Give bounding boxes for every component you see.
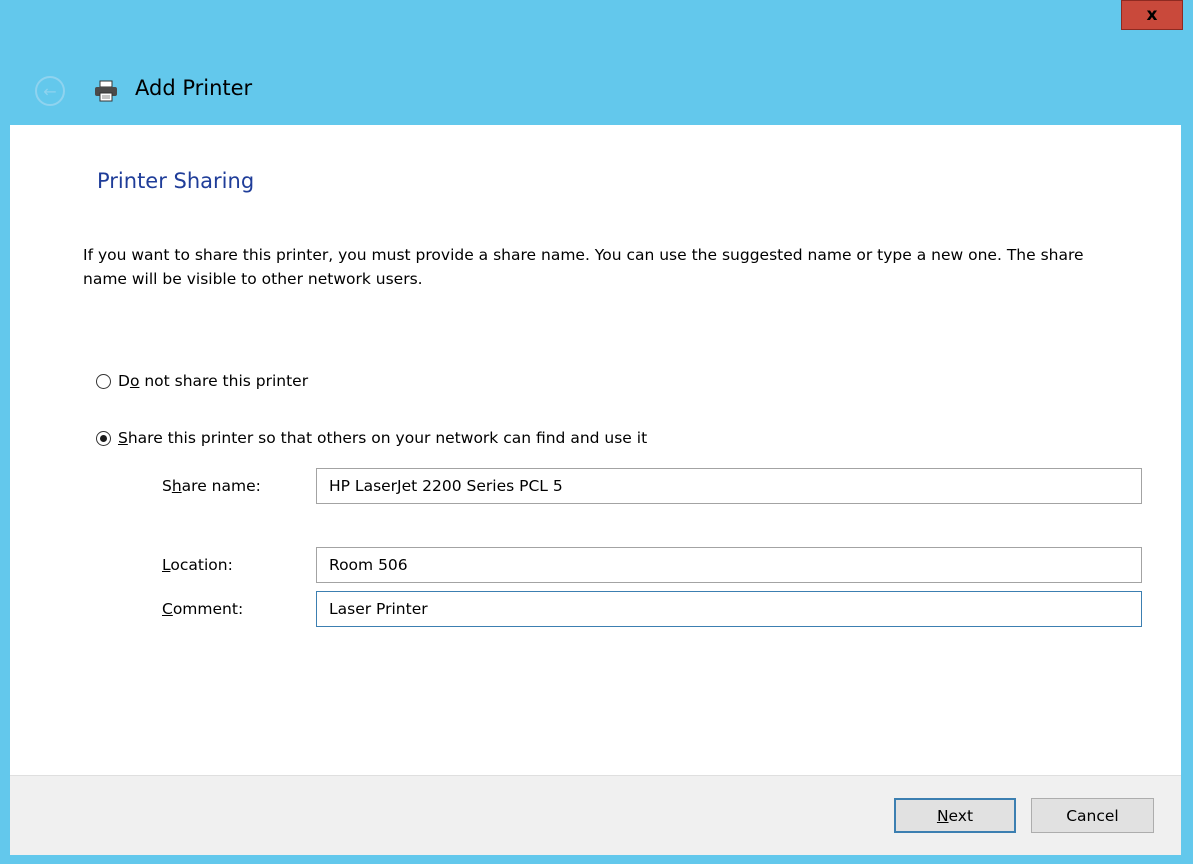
page-heading: Printer Sharing xyxy=(97,169,255,193)
share-name-label: Share name: xyxy=(162,477,261,495)
back-button[interactable]: ← xyxy=(35,76,65,106)
radio-button-unselected[interactable] xyxy=(96,373,111,389)
printer-icon xyxy=(95,80,117,102)
close-button[interactable]: x xyxy=(1121,0,1183,30)
wizard-footer: Next Cancel xyxy=(10,775,1181,855)
radio-label-share: Share this printer so that others on you… xyxy=(118,429,648,447)
back-arrow-icon: ← xyxy=(43,81,57,101)
page-description: If you want to share this printer, you m… xyxy=(83,246,1084,288)
title-row: ← Add Printer xyxy=(0,70,1193,110)
radio-do-not-share[interactable]: Do not share this printer xyxy=(96,372,308,390)
comment-input[interactable] xyxy=(316,591,1142,627)
next-button[interactable]: Next xyxy=(894,798,1016,833)
location-input[interactable] xyxy=(316,547,1142,583)
cancel-button[interactable]: Cancel xyxy=(1031,798,1154,833)
comment-label: Comment: xyxy=(162,600,244,618)
radio-dot xyxy=(100,434,107,442)
radio-label-do-not-share: Do not share this printer xyxy=(118,372,309,390)
radio-button-selected[interactable] xyxy=(96,430,111,446)
share-name-input[interactable] xyxy=(316,468,1142,504)
wizard-content: Printer Sharing If you want to share thi… xyxy=(10,125,1181,775)
radio-share[interactable]: Share this printer so that others on you… xyxy=(96,429,647,447)
add-printer-window: x ← Add Printer Printer Sharing If you w… xyxy=(0,0,1193,864)
window-title: Add Printer xyxy=(135,76,253,100)
location-label: Location: xyxy=(162,556,233,574)
close-icon: x xyxy=(1146,5,1158,25)
